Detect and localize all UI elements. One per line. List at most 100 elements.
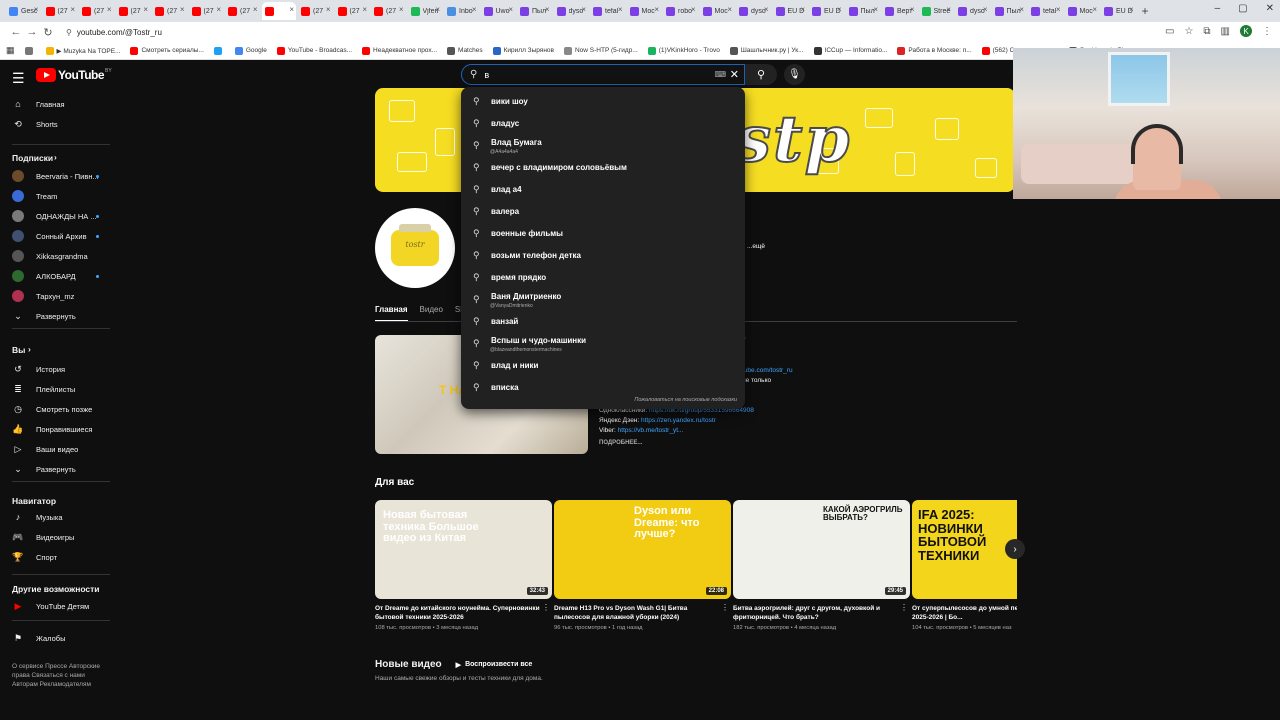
tab-close-icon[interactable]: ×	[983, 5, 988, 14]
browser-tab[interactable]: (27 ×	[189, 2, 224, 20]
browser-tab[interactable]: (27 ×	[152, 2, 187, 20]
description-link[interactable]: https://zen.yandex.ru/tostr	[641, 417, 716, 424]
sidebar-item[interactable]: ≣ Плейлисты	[0, 380, 115, 398]
browser-tab[interactable]: Uwo ×	[481, 2, 516, 20]
video-thumbnail[interactable]: КАКОЙ АЭРОГРИЛЬ ВЫБРАТЬ? 29:45	[733, 500, 910, 599]
sidebar-item[interactable]: 👍 Понравившиеся	[0, 420, 115, 438]
tab-close-icon[interactable]: ×	[472, 5, 477, 14]
search-suggestion[interactable]: ⚲ вики шоу	[461, 90, 745, 112]
more-actions-icon[interactable]: ⋮	[900, 603, 908, 612]
tab-close-icon[interactable]: ×	[618, 5, 623, 14]
browser-menu-icon[interactable]: ⋮	[1262, 26, 1272, 37]
browser-tab[interactable]: tefal ×	[1028, 2, 1063, 20]
video-title[interactable]: Битва аэрогрилей: друг с другом, духовко…	[733, 604, 903, 622]
bookmark-item[interactable]: Кирилл Зырянов	[492, 46, 554, 55]
more-actions-icon[interactable]: ⋮	[542, 603, 550, 612]
video-title[interactable]: От Dreame до китайского ноунейма. Суперн…	[375, 604, 545, 622]
sidebar-item[interactable]: ⟲ Shorts	[0, 115, 115, 133]
voice-search-button[interactable]: 🎙	[784, 64, 805, 85]
tab-close-icon[interactable]: ×	[1019, 5, 1024, 14]
browser-tab[interactable]: Пыл ×	[517, 2, 552, 20]
tab-close-icon[interactable]: ×	[764, 5, 769, 14]
description-link[interactable]: https://vb.me/tostr_yt...	[618, 427, 684, 434]
sidebar-item[interactable]: ⌂ Главная	[0, 95, 115, 113]
browser-tab[interactable]: Пыл ×	[846, 2, 881, 20]
bookmark-item[interactable]: Google	[234, 46, 267, 55]
browser-tab[interactable]: Пыл ×	[992, 2, 1027, 20]
tab-close-icon[interactable]: ×	[435, 5, 440, 14]
browser-tab[interactable]: EU D ×	[1101, 2, 1136, 20]
search-suggestion[interactable]: ⚲ валера	[461, 200, 745, 222]
tab-close-icon[interactable]: ×	[873, 5, 878, 14]
sidebar-item[interactable]: 🏆 Спорт	[0, 548, 115, 566]
keyboard-icon[interactable]: ⌨	[714, 70, 726, 79]
sidebar-item[interactable]: ♪ Музыка	[0, 508, 115, 526]
browser-tab[interactable]: Gesc ×	[6, 2, 41, 20]
sidebar-item[interactable]: АЛКОБАРД	[0, 267, 115, 285]
youtube-logo[interactable]: YouTube BY	[36, 68, 112, 82]
sidebar-item[interactable]: ↺ История	[0, 360, 115, 378]
bookmark-item[interactable]: Шашлычник.ру | Ук...	[729, 46, 804, 55]
sidebar-item[interactable]: ◷ Смотреть позже	[0, 400, 115, 418]
tab-close-icon[interactable]: ×	[143, 5, 148, 14]
search-suggestion[interactable]: ⚲ вечер с владимиром соловьёвым	[461, 156, 745, 178]
tab-close-icon[interactable]: ×	[508, 5, 513, 14]
browser-tab[interactable]: EU D ×	[809, 2, 844, 20]
browser-tab[interactable]: Верт ×	[882, 2, 917, 20]
details-link[interactable]: ПОДРОБНЕЕ...	[599, 440, 642, 446]
new-tab-icon[interactable]: +	[1142, 4, 1149, 18]
tab-close-icon[interactable]: ×	[1129, 5, 1134, 14]
tab-close-icon[interactable]: ×	[180, 5, 185, 14]
bookmark-item[interactable]: Now S-HTP (5-гидр...	[563, 46, 638, 55]
tab-close-icon[interactable]: ×	[545, 5, 550, 14]
search-suggestion[interactable]: ⚲ влад а4	[461, 178, 745, 200]
sidebar-item[interactable]: 🎮 Видеоигры	[0, 528, 115, 546]
browser-tab[interactable]: (27 ×	[335, 2, 370, 20]
search-suggestion[interactable]: ⚲ Ваня Дмитриенко @VanyaDmitrienko	[461, 288, 745, 310]
browser-tab[interactable]: dyso ×	[554, 2, 589, 20]
video-card[interactable]: Новая бытовая техника Большое видео из К…	[375, 500, 552, 631]
tab-close-icon[interactable]: ×	[253, 5, 258, 14]
reload-icon[interactable]: ↻	[40, 26, 56, 39]
sidebar-item[interactable]: ▷ Ваши видео	[0, 440, 115, 458]
search-suggestion[interactable]: ⚲ время прядко	[461, 266, 745, 288]
sidebar-item[interactable]: ⚑ Жалобы	[0, 629, 115, 647]
bookmark-item[interactable]: Неадекватное прох...	[362, 46, 437, 55]
navigator-heading[interactable]: Навигатор	[12, 496, 56, 506]
video-card[interactable]: IFA 2025: НОВИНКИ БЫТОВОЙ ТЕХНИКИ От супе…	[912, 500, 1017, 631]
back-icon[interactable]: ←	[8, 26, 24, 38]
bookmark-item[interactable]: ▶ Muzyka Na ТОРЕ...	[45, 46, 120, 55]
video-thumbnail[interactable]: Новая бытовая техника Большое видео из К…	[375, 500, 552, 599]
description-link[interactable]: tube.com/tostr_ru	[742, 367, 793, 374]
channel-avatar[interactable]: tostr	[375, 208, 455, 288]
browser-tab[interactable]: (27 ×	[116, 2, 151, 20]
bookmark-item[interactable]: Смотреть сериалы...	[130, 46, 204, 55]
browser-tab[interactable]: Vjfen ×	[408, 2, 443, 20]
browser-tab[interactable]: (27 ×	[79, 2, 114, 20]
tab-close-icon[interactable]: ×	[837, 5, 842, 14]
sidepanel-icon[interactable]: ▥	[1221, 26, 1230, 37]
tab-close-icon[interactable]: ×	[691, 5, 696, 14]
sidebar-item[interactable]: Тархун_mz	[0, 287, 115, 305]
browser-tab[interactable]: dyso ×	[736, 2, 771, 20]
channel-tab[interactable]: Главная	[375, 305, 408, 322]
sidebar-item[interactable]: ⌄ Развернуть	[0, 460, 115, 478]
subscriptions-heading[interactable]: Подписки	[12, 153, 53, 163]
you-heading[interactable]: Вы	[12, 345, 25, 355]
search-suggestion[interactable]: ⚲ возьми телефон детка	[461, 244, 745, 266]
tab-close-icon[interactable]: ×	[326, 5, 331, 14]
sidebar-item[interactable]: Tream	[0, 187, 115, 205]
bookmark-item[interactable]	[24, 46, 36, 55]
search-suggestion[interactable]: ⚲ владус	[461, 112, 745, 134]
minimize-icon[interactable]: –	[1215, 3, 1221, 14]
search-suggestion[interactable]: ⚲ ванзай	[461, 310, 745, 332]
tab-close-icon[interactable]: ×	[800, 5, 805, 14]
tab-close-icon[interactable]: ×	[399, 5, 404, 14]
tab-close-icon[interactable]: ×	[1092, 5, 1097, 14]
sidebar-item[interactable]: Xikkasgrandma	[0, 247, 115, 265]
channel-more-link[interactable]: ...ещё	[747, 243, 765, 250]
profile-avatar[interactable]: K	[1240, 25, 1252, 37]
sidebar-item[interactable]: Сонный Архив	[0, 227, 115, 245]
browser-tab[interactable]: Мос ×	[1065, 2, 1100, 20]
forward-icon[interactable]: →	[24, 26, 40, 38]
